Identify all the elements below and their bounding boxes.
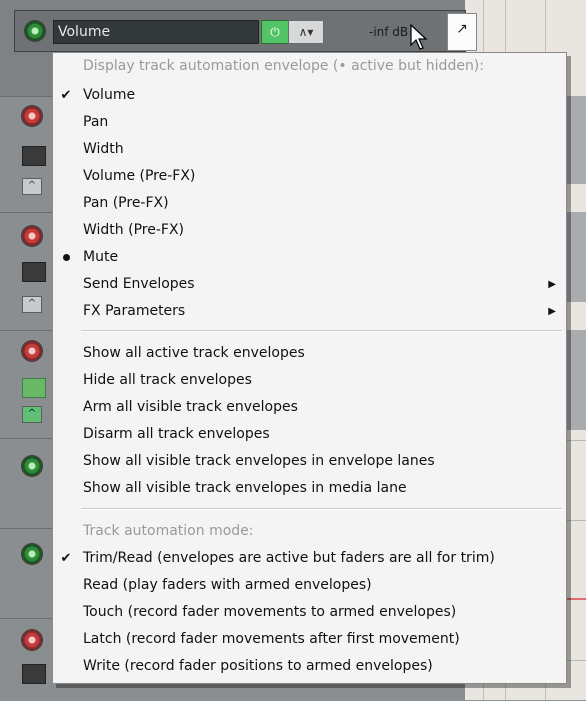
envelope-button[interactable]: ^: [22, 296, 42, 313]
menu-item-width-pre-fx[interactable]: Width (Pre-FX): [53, 217, 566, 244]
power-icon[interactable]: ⏻: [261, 20, 289, 44]
record-arm-button[interactable]: [22, 456, 42, 476]
envelope-icon[interactable]: ↗: [447, 13, 477, 51]
menu-item-fx-parameters[interactable]: FX Parameters ▶: [53, 298, 566, 325]
menu-item-arm-visible[interactable]: Arm all visible track envelopes: [53, 394, 566, 421]
menu-item-mute[interactable]: Mute: [53, 244, 566, 271]
menu-item-show-in-media-lane[interactable]: Show all visible track envelopes in medi…: [53, 475, 566, 502]
menu-item-width[interactable]: Width: [53, 136, 566, 163]
menu-item-mode-latch[interactable]: Latch (record fader movements after firs…: [53, 626, 566, 653]
check-icon: ✔: [60, 88, 72, 103]
menu-header-mode: Track automation mode:: [83, 523, 254, 539]
menu-item-show-active[interactable]: Show all active track envelopes: [53, 340, 566, 367]
menu-item-volume-pre-fx[interactable]: Volume (Pre-FX): [53, 163, 566, 190]
menu-item-pan-pre-fx[interactable]: Pan (Pre-FX): [53, 190, 566, 217]
record-arm-button[interactable]: [22, 106, 42, 126]
record-arm-button[interactable]: [22, 630, 42, 650]
track-meter: [22, 262, 46, 282]
automation-mode-icon[interactable]: ∧▾: [288, 20, 324, 44]
bullet-icon: [56, 244, 76, 271]
track-header: Volume ⏻ ∧▾ -inf dB ↗: [14, 10, 477, 52]
menu-item-pan[interactable]: Pan: [53, 109, 566, 136]
record-arm-button[interactable]: [22, 226, 42, 246]
track-name-field[interactable]: Volume: [53, 20, 259, 44]
menu-item-mode-write[interactable]: Write (record fader positions to armed e…: [53, 653, 566, 680]
menu-item-mode-touch[interactable]: Touch (record fader movements to armed e…: [53, 599, 566, 626]
menu-item-show-in-lanes[interactable]: Show all visible track envelopes in enve…: [53, 448, 566, 475]
track-meter: [22, 378, 46, 398]
menu-separator: [81, 330, 562, 332]
submenu-arrow-icon: ▶: [548, 279, 556, 290]
volume-readout: -inf dB: [369, 25, 409, 39]
track-meter: [22, 664, 46, 684]
track-meter: [22, 146, 46, 166]
mouse-cursor-icon: [410, 23, 428, 50]
automation-context-menu: Display track automation envelope (• act…: [52, 52, 567, 684]
record-arm-button[interactable]: [22, 341, 42, 361]
menu-item-disarm-all[interactable]: Disarm all track envelopes: [53, 421, 566, 448]
menu-header-display: Display track automation envelope (• act…: [83, 58, 484, 74]
menu-item-volume[interactable]: ✔ Volume: [53, 82, 566, 109]
record-arm-button[interactable]: [22, 544, 42, 564]
submenu-arrow-icon: ▶: [548, 306, 556, 317]
menu-item-send-envelopes[interactable]: Send Envelopes ▶: [53, 271, 566, 298]
check-icon: ✔: [60, 551, 72, 566]
menu-item-hide-all[interactable]: Hide all track envelopes: [53, 367, 566, 394]
record-arm-button[interactable]: [25, 21, 45, 41]
menu-separator: [81, 508, 562, 510]
envelope-button[interactable]: ^: [22, 406, 42, 423]
menu-item-mode-trim-read[interactable]: ✔ Trim/Read (envelopes are active but fa…: [53, 545, 566, 572]
menu-item-mode-read[interactable]: Read (play faders with armed envelopes): [53, 572, 566, 599]
envelope-button[interactable]: ^: [22, 178, 42, 195]
